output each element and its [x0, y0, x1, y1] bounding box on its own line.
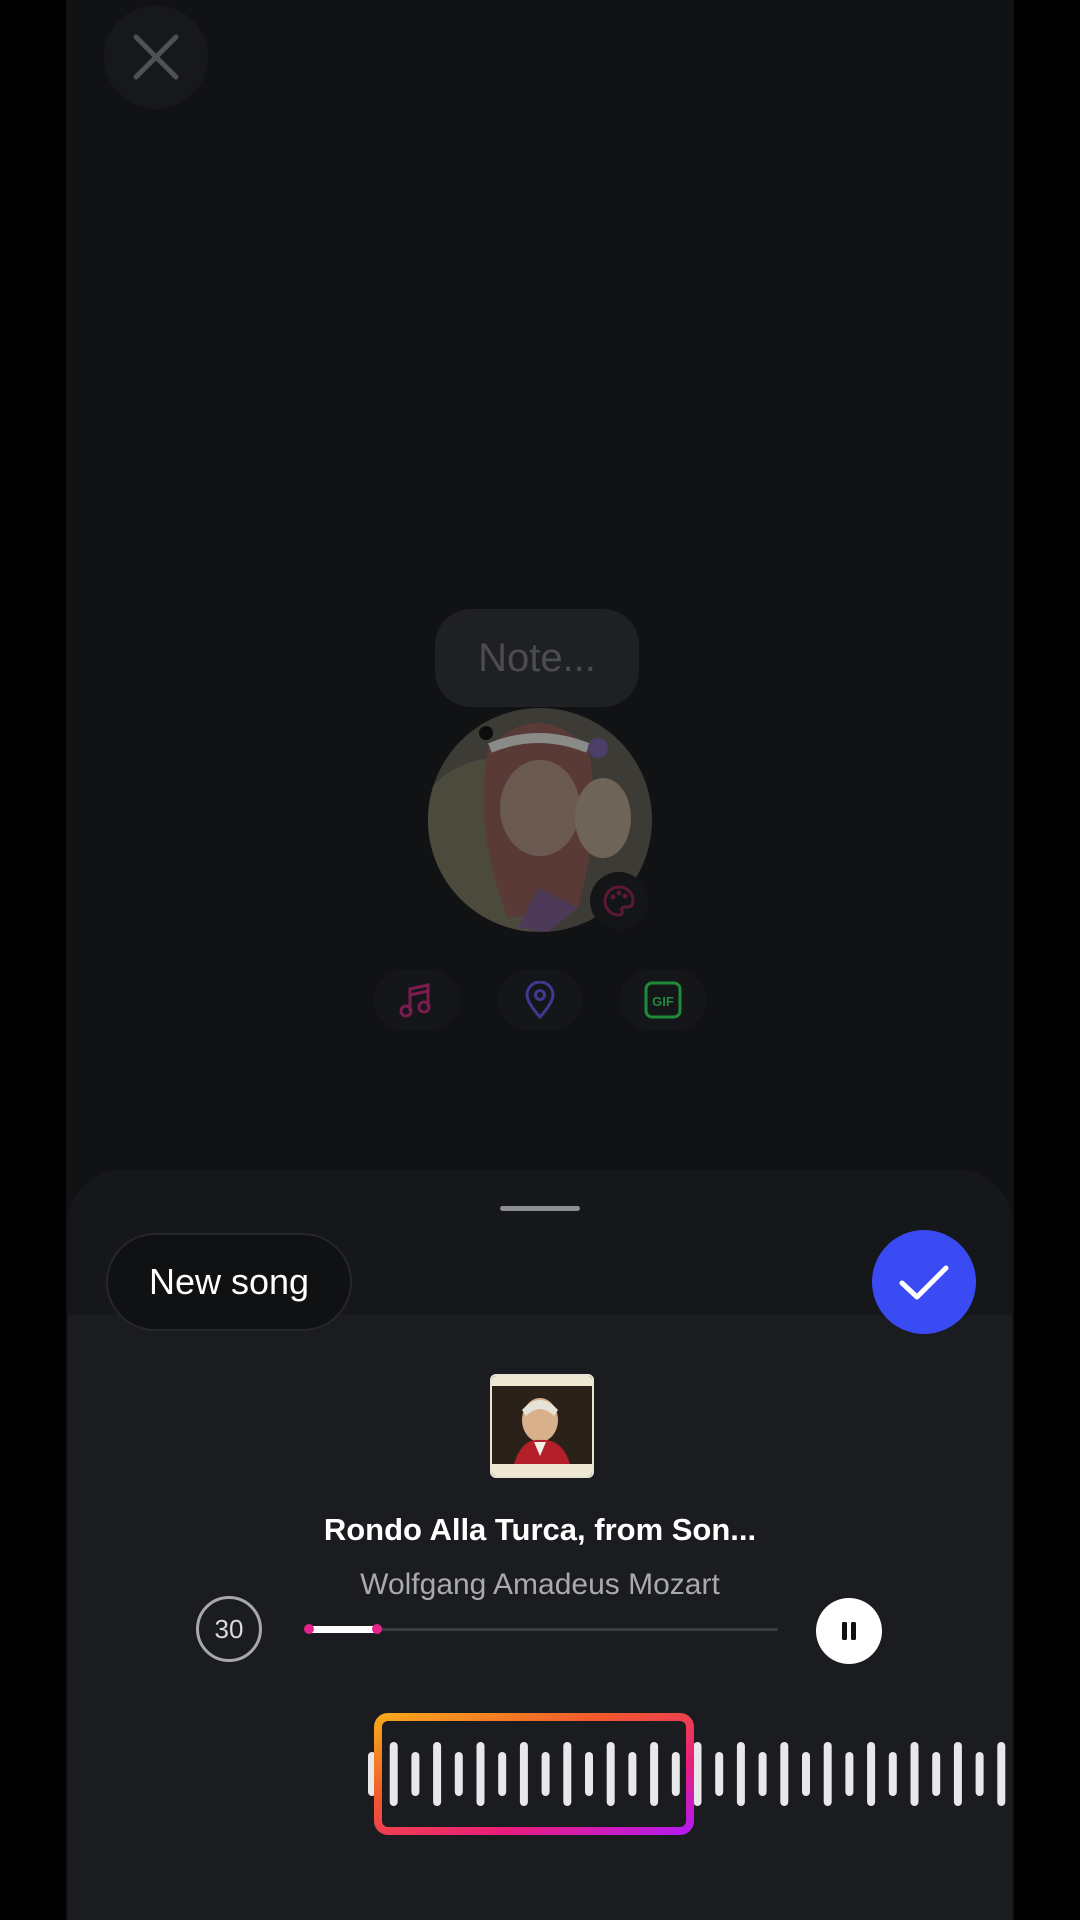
waveform-bar: [758, 1752, 767, 1796]
waveform-scrubber[interactable]: [68, 1700, 1012, 1850]
waveform-bar: [953, 1742, 962, 1806]
location-pin-icon: [525, 981, 555, 1019]
palette-button[interactable]: [590, 872, 648, 930]
waveform-bar: [650, 1742, 659, 1806]
waveform-bar: [671, 1752, 680, 1796]
music-chip[interactable]: [374, 970, 460, 1030]
waveform-bar: [888, 1752, 897, 1796]
clip-duration-label: 30: [214, 1613, 244, 1644]
checkmark-icon: [899, 1265, 949, 1300]
waveform-bar: [411, 1752, 420, 1796]
waveform-bar: [541, 1752, 550, 1796]
waveform-bar: [628, 1752, 637, 1796]
location-chip[interactable]: [497, 970, 583, 1030]
clip-duration-button[interactable]: 30: [196, 1596, 262, 1662]
note-input[interactable]: Note...: [435, 609, 639, 707]
waveform-bar: [736, 1742, 745, 1806]
waveform-bar: [389, 1742, 398, 1806]
waveform-bar: [454, 1752, 463, 1796]
waveform-bar: [910, 1742, 919, 1806]
confirm-button[interactable]: [872, 1230, 976, 1334]
palette-icon: [603, 885, 635, 917]
new-song-label: New song: [148, 1261, 310, 1302]
waveform-bar: [867, 1742, 876, 1806]
playback-position-marker[interactable]: [371, 1624, 382, 1634]
music-picker-sheet: New song Rondo Alla Turca, from Son... W…: [68, 1170, 1012, 1920]
close-button[interactable]: [104, 5, 208, 109]
notes-composer-screen: Note... GIF New song Rondo Alla Turca, f…: [66, 0, 1014, 1920]
waveform-bar: [715, 1752, 724, 1796]
waveform-bar: [498, 1752, 507, 1796]
waveform-bar: [563, 1742, 572, 1806]
waveform-bar: [932, 1752, 941, 1796]
gif-icon: GIF: [644, 981, 682, 1019]
waveform-bar: [476, 1742, 485, 1806]
waveform-bar: [802, 1752, 810, 1796]
song-artist: Wolfgang Amadeus Mozart: [360, 1568, 720, 1601]
waveform-bar: [845, 1752, 854, 1796]
waveform-bar: [823, 1742, 832, 1806]
playback-progress[interactable]: [304, 1624, 778, 1634]
waveform-bar: [997, 1742, 1006, 1806]
close-icon: [133, 34, 179, 80]
playback-progress-fill: [306, 1626, 377, 1633]
waveform-bar: [519, 1742, 528, 1806]
note-placeholder: Note...: [478, 635, 596, 680]
new-song-button[interactable]: New song: [106, 1233, 352, 1331]
pause-button[interactable]: [816, 1598, 882, 1664]
waveform-bar: [606, 1742, 615, 1806]
playback-start-marker: [304, 1624, 314, 1634]
waveform-bar: [975, 1752, 984, 1796]
gif-chip[interactable]: GIF: [620, 970, 706, 1030]
album-art: [490, 1374, 594, 1478]
waveform-bar: [780, 1742, 789, 1806]
gif-label: GIF: [652, 994, 674, 1009]
drag-handle[interactable]: [500, 1206, 580, 1211]
pause-icon: [842, 1622, 856, 1640]
waveform-bar: [693, 1742, 702, 1806]
song-title: Rondo Alla Turca, from Son...: [323, 1512, 757, 1547]
clip-selection-window[interactable]: [374, 1713, 694, 1835]
music-note-icon: [399, 983, 431, 1018]
waveform-bar: [433, 1742, 442, 1806]
waveform-bar: [585, 1752, 593, 1796]
